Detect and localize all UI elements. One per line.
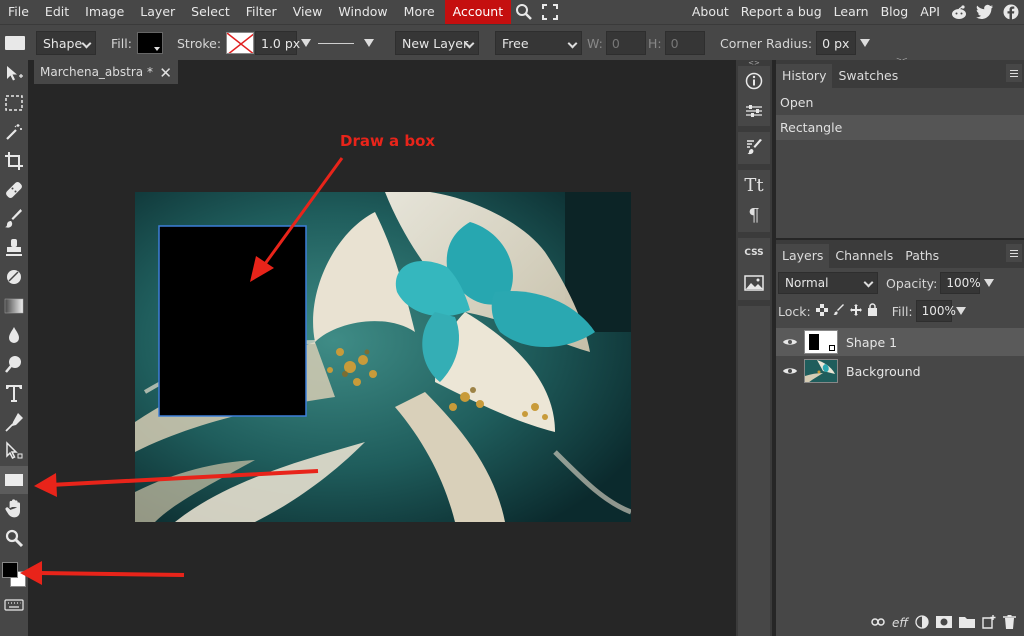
layer-name: Shape 1 bbox=[846, 334, 898, 350]
tab-layers[interactable]: Layers bbox=[776, 244, 830, 268]
history-item-open[interactable]: Open bbox=[776, 90, 1024, 115]
opacity-value: 100% bbox=[946, 276, 981, 290]
new-folder-icon[interactable] bbox=[959, 616, 975, 631]
opacity-input[interactable]: 100% bbox=[940, 272, 981, 294]
panel-icon-strip: <> Tt ¶ CSS bbox=[736, 60, 772, 636]
lock-brush-icon[interactable] bbox=[833, 303, 845, 319]
layer-name: Background bbox=[846, 363, 921, 379]
tab-channels[interactable]: Channels bbox=[829, 244, 899, 268]
layer-row-shape-1[interactable]: Shape 1 bbox=[776, 328, 1024, 356]
fill-label: Fill: bbox=[891, 303, 913, 319]
adjustments-icon[interactable] bbox=[738, 96, 770, 126]
paragraph-icon[interactable]: ¶ bbox=[738, 200, 770, 230]
css-icon[interactable]: CSS bbox=[738, 238, 770, 268]
layer-fill-dropdown-icon[interactable] bbox=[955, 307, 966, 315]
brush-settings-icon[interactable] bbox=[738, 132, 770, 162]
opacity-label: Opacity: bbox=[886, 275, 938, 291]
lock-transparency-icon[interactable] bbox=[815, 303, 828, 319]
chevron-down-icon bbox=[863, 277, 874, 288]
delete-layer-icon[interactable] bbox=[1003, 614, 1016, 632]
layer-fill-value: 100% bbox=[921, 304, 956, 318]
arrow-head bbox=[250, 256, 274, 282]
arrow-to-shape bbox=[260, 157, 344, 269]
history-item-rectangle[interactable]: Rectangle bbox=[776, 115, 1024, 140]
opacity-dropdown-icon[interactable] bbox=[984, 279, 995, 287]
layer-mask-icon[interactable] bbox=[936, 615, 952, 631]
arrow-to-rect-tool bbox=[49, 469, 319, 487]
tab-history[interactable]: History bbox=[776, 64, 833, 88]
lock-label: Lock: bbox=[778, 303, 811, 319]
blend-mode-select[interactable]: Normal bbox=[778, 272, 878, 294]
lock-all-icon[interactable] bbox=[867, 303, 878, 319]
layer-row-background[interactable]: Background bbox=[776, 357, 1024, 385]
history-panel-menu-icon[interactable] bbox=[1006, 64, 1022, 82]
eye-icon[interactable] bbox=[776, 337, 804, 347]
lock-move-icon[interactable] bbox=[849, 303, 862, 319]
layer-effects-button[interactable]: eff bbox=[892, 616, 908, 630]
adjustment-layer-icon[interactable] bbox=[915, 614, 929, 632]
layer-fill-input[interactable]: 100% bbox=[915, 300, 956, 322]
arrow-head bbox=[34, 473, 57, 497]
link-layers-icon[interactable] bbox=[871, 616, 885, 630]
layers-panel-menu-icon[interactable] bbox=[1006, 244, 1022, 262]
character-icon[interactable]: Tt bbox=[738, 170, 770, 200]
layer-thumbnail bbox=[804, 359, 838, 383]
blend-mode-value: Normal bbox=[785, 276, 829, 290]
layer-thumbnail bbox=[804, 330, 838, 354]
info-icon[interactable] bbox=[738, 66, 770, 96]
arrow-to-color-swatch bbox=[39, 571, 185, 577]
layers-footer: eff bbox=[776, 610, 1024, 636]
new-layer-icon[interactable] bbox=[982, 614, 996, 632]
tab-swatches[interactable]: Swatches bbox=[832, 64, 904, 88]
image-icon[interactable] bbox=[738, 268, 770, 298]
tab-paths[interactable]: Paths bbox=[899, 244, 945, 268]
arrow-head bbox=[20, 561, 42, 585]
eye-icon[interactable] bbox=[776, 366, 804, 376]
layers-panel: Layers Channels Paths Normal Opacity: 10… bbox=[776, 240, 1024, 636]
history-panel: >< History Swatches Open Rectangle bbox=[776, 56, 1024, 238]
